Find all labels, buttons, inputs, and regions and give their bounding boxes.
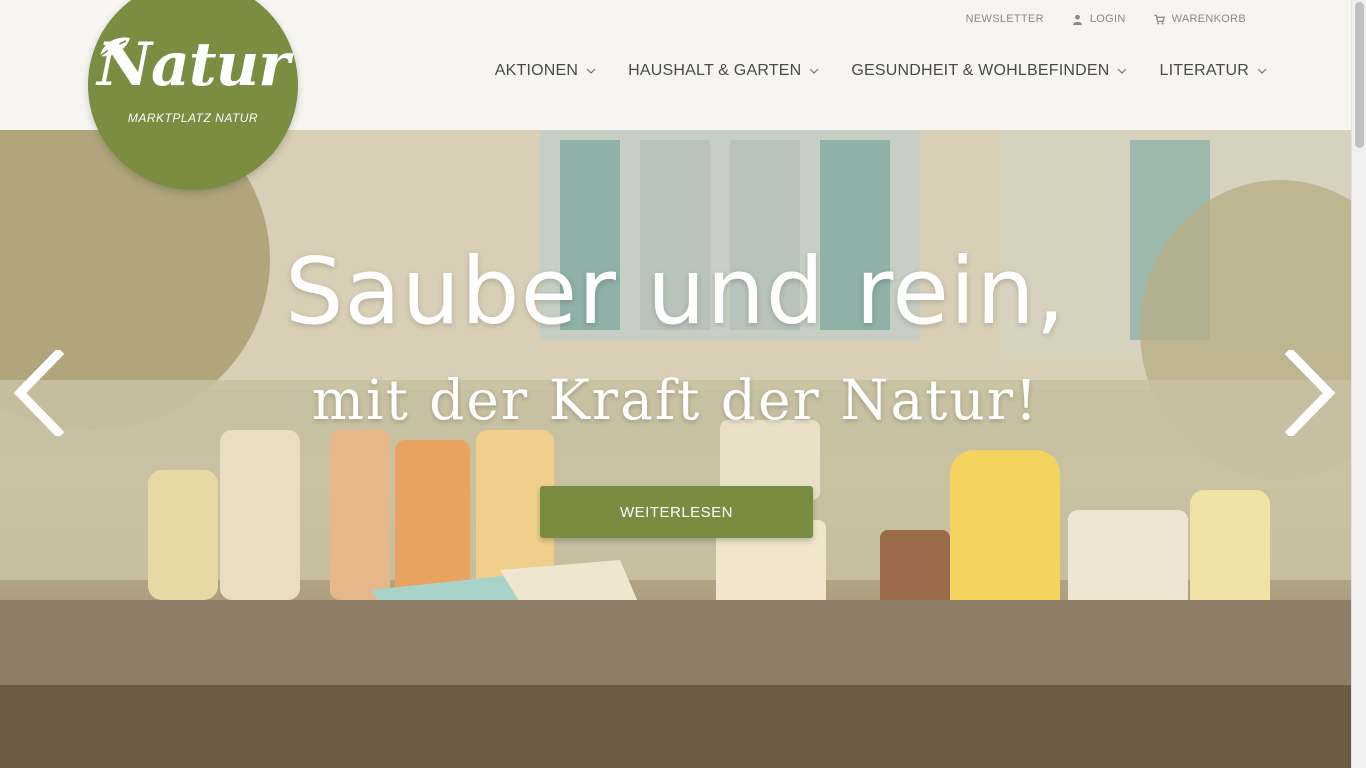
scrollbar-thumb[interactable] (1355, 2, 1364, 148)
cart-icon (1154, 14, 1165, 24)
read-more-button[interactable]: WEITERLESEN (540, 486, 813, 538)
nav-item-label: HAUSHALT & GARTEN (628, 62, 802, 79)
top-bar: NEWSLETTER LOGIN WARENKORB (938, 13, 1246, 25)
main-navigation: AKTIONEN HAUSHALT & GARTEN GESUNDHEIT & … (463, 62, 1267, 80)
chevron-left-icon[interactable] (12, 350, 64, 436)
newsletter-label: NEWSLETTER (965, 13, 1044, 25)
nav-item-aktionen[interactable]: AKTIONEN (495, 62, 596, 80)
hero-background-image (0, 130, 1351, 768)
hero-slider: Sauber und rein, mit der Kraft der Natur… (0, 130, 1351, 768)
chevron-right-icon[interactable] (1285, 350, 1337, 436)
nav-item-label: AKTIONEN (494, 62, 579, 79)
login-label: LOGIN (1089, 13, 1126, 25)
chevron-down-icon (1118, 68, 1127, 74)
hero-subtitle: mit der Kraft der Natur! (311, 368, 1040, 432)
page-scrollbar[interactable] (1351, 0, 1366, 768)
cart-label: WARENKORB (1171, 13, 1246, 25)
hero-title: Sauber und rein, (285, 238, 1066, 345)
chevron-down-icon (809, 68, 819, 74)
nav-item-gesundheit-wohlbefinden[interactable]: GESUNDHEIT & WOHLBEFINDEN (851, 62, 1127, 80)
logo-wordmark: Natur (97, 30, 290, 100)
login-link[interactable]: LOGIN (1072, 13, 1126, 25)
chevron-down-icon (1257, 68, 1267, 74)
cart-link[interactable]: WARENKORB (1154, 13, 1246, 25)
newsletter-link[interactable]: NEWSLETTER (966, 13, 1044, 25)
user-icon (1072, 14, 1082, 25)
nav-item-label: GESUNDHEIT & WOHLBEFINDEN (851, 62, 1110, 79)
nav-item-label: LITERATUR (1159, 62, 1249, 79)
chevron-down-icon (586, 68, 596, 74)
logo-tagline: MARKTPLATZ NATUR (127, 111, 259, 125)
nav-item-haushalt-garten[interactable]: HAUSHALT & GARTEN (628, 62, 819, 80)
nav-item-literatur[interactable]: LITERATUR (1159, 62, 1267, 80)
